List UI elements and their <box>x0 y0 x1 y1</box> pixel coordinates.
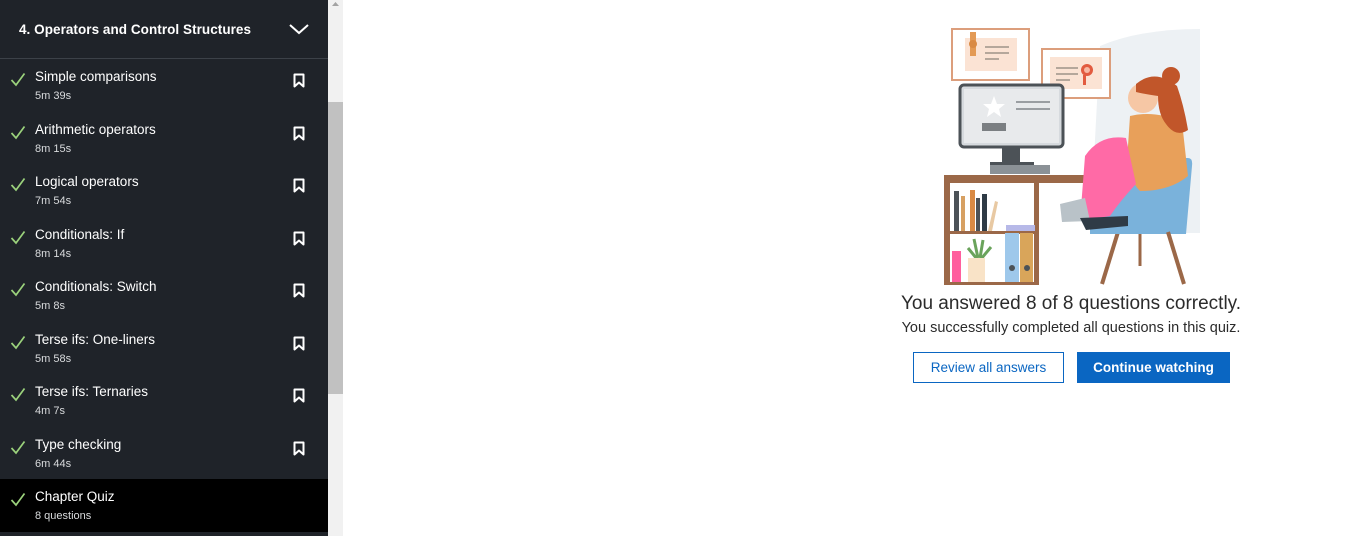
check-icon <box>10 492 26 507</box>
toc-item-title: Type checking <box>35 436 122 452</box>
toc-item-title: Terse ifs: One-liners <box>35 331 156 347</box>
bookmark-icon[interactable] <box>293 126 305 141</box>
toc-item-title: Logical operators <box>35 174 139 189</box>
toc-item-duration: 4m 7s <box>35 405 65 417</box>
toc-item[interactable]: Chapter Quiz 8 questions <box>0 479 328 532</box>
toc-item[interactable]: Logical operators 7m 54s <box>0 164 328 217</box>
chevron-down-icon[interactable] <box>288 22 310 36</box>
toc-item-title: Conditionals: If <box>35 226 125 242</box>
bookmark-icon[interactable] <box>293 178 305 193</box>
toc-item-duration: 7m 54s <box>35 195 72 207</box>
bookmark-icon[interactable] <box>293 283 305 298</box>
chapter-header[interactable]: 4. Operators and Control Structures <box>0 0 328 59</box>
toc-item[interactable]: Simple comparisons 5m 39s <box>0 59 328 112</box>
toc-item-title: Chapter Quiz <box>35 489 115 504</box>
course-sidebar: 4. Operators and Control Structures Simp… <box>0 0 328 536</box>
toc-item[interactable]: Type checking 6m 44s <box>0 427 328 480</box>
check-icon <box>10 282 26 297</box>
toc-item[interactable]: Arithmetic operators 8m 15s <box>0 112 328 165</box>
toc-item[interactable]: Terse ifs: One-liners 5m 58s <box>0 322 328 375</box>
check-icon <box>10 335 26 349</box>
quiz-complete-illustration <box>944 28 1200 285</box>
toc-item-title: Arithmetic operators <box>35 121 156 137</box>
toc-item-duration: 8 questions <box>35 510 92 522</box>
quiz-result-headline: You answered 8 of 8 questions correctly. <box>900 293 1242 314</box>
toc-item-title: Simple comparisons <box>35 69 157 84</box>
bookmark-icon[interactable] <box>293 73 305 88</box>
sidebar-scrollbar-thumb[interactable] <box>328 102 343 394</box>
bookmark-icon[interactable] <box>293 441 305 456</box>
bookmark-icon[interactable] <box>293 231 305 246</box>
toc-item-duration: 5m 58s <box>35 352 72 365</box>
toc-item-duration: 8m 15s <box>35 142 72 155</box>
toc-item-duration: 5m 8s <box>35 300 65 312</box>
check-icon <box>10 440 26 454</box>
scroll-up-arrow-icon[interactable] <box>331 0 340 8</box>
bookmark-icon[interactable] <box>293 388 305 403</box>
toc-item[interactable]: Conditionals: Switch 5m 8s <box>0 269 328 322</box>
toc-item[interactable]: Terse ifs: Ternaries 4m 7s <box>0 374 328 427</box>
toc-item-duration: 6m 44s <box>35 457 72 470</box>
check-icon <box>10 387 26 402</box>
bookmark-icon[interactable] <box>293 336 305 351</box>
chapter-title: 4. Operators and Control Structures <box>19 21 252 37</box>
check-icon <box>10 230 26 244</box>
toc-list: Simple comparisons 5m 39s Arithmetic opera… <box>0 59 328 532</box>
continue-watching-button[interactable]: Continue watching <box>1077 352 1230 383</box>
quiz-result-subline: You successfully completed all questions… <box>901 320 1241 336</box>
toc-item-title: Terse ifs: Ternaries <box>35 384 149 399</box>
toc-item-duration: 5m 39s <box>35 90 72 102</box>
toc-item-duration: 8m 14s <box>35 247 72 260</box>
check-icon <box>10 125 26 139</box>
review-answers-button[interactable]: Review all answers <box>913 352 1064 383</box>
check-icon <box>10 177 26 192</box>
toc-item-title: Conditionals: Switch <box>35 279 157 294</box>
toc-item[interactable]: Conditionals: If 8m 14s <box>0 217 328 270</box>
check-icon <box>10 72 26 87</box>
